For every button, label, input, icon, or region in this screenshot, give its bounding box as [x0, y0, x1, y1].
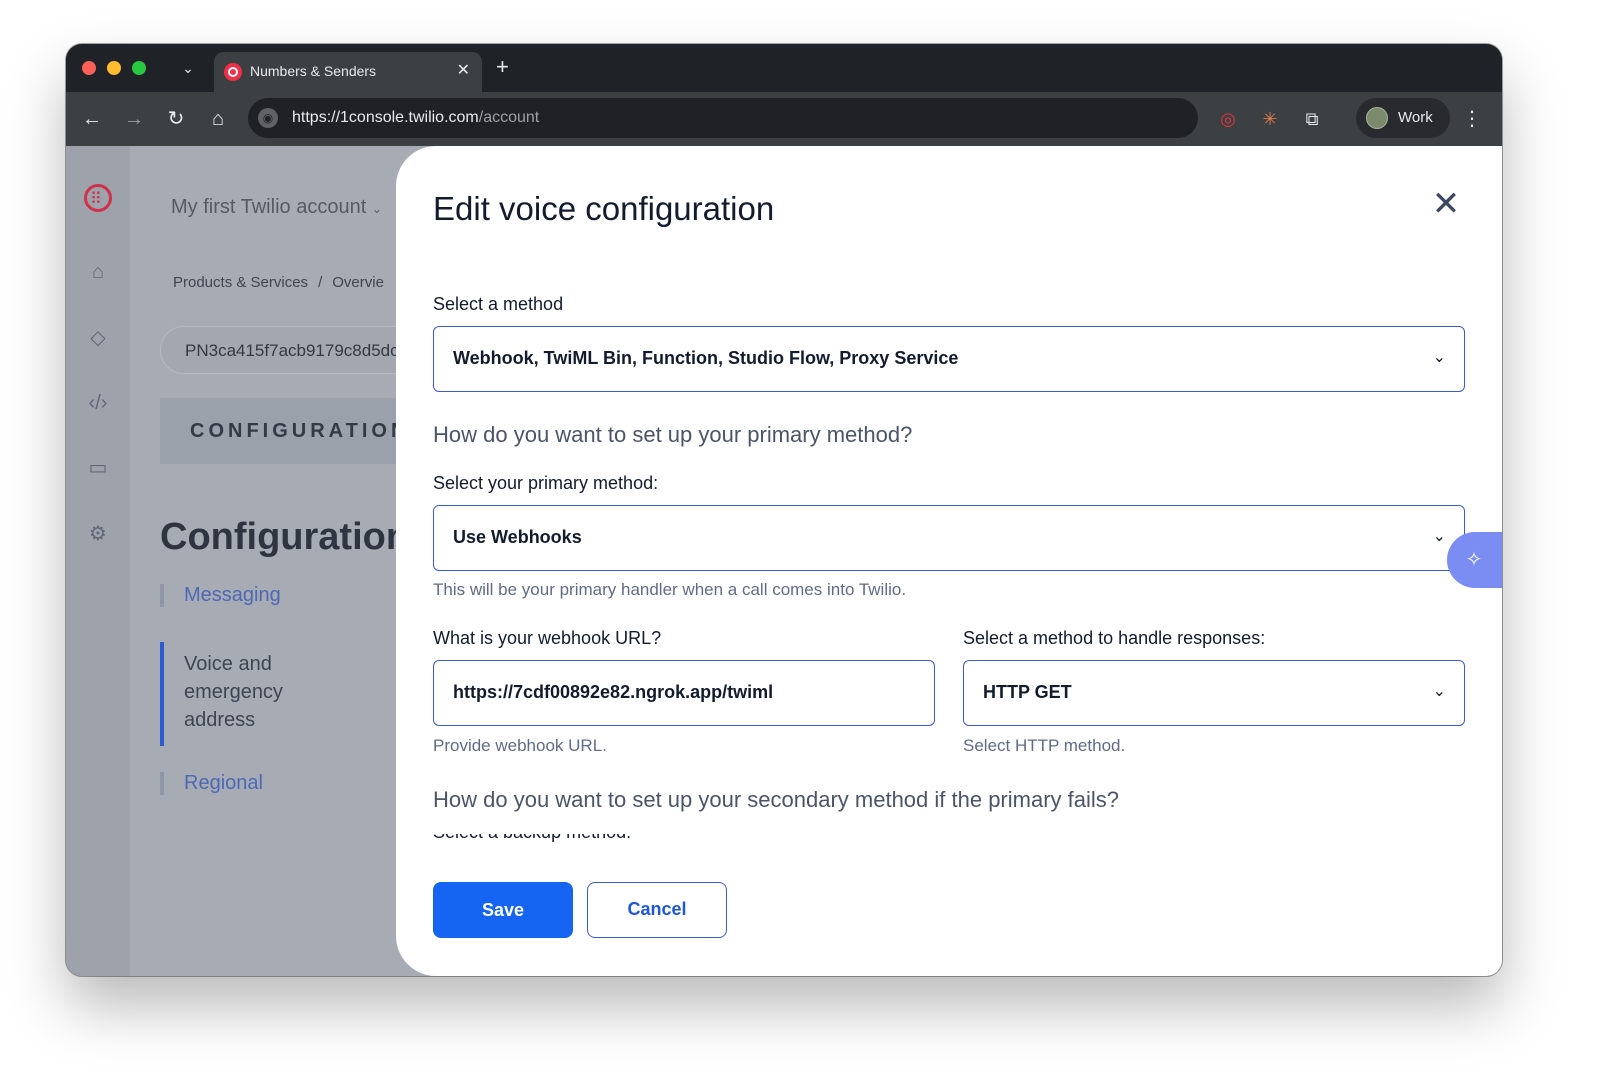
primary-help: This will be your primary handler when a… — [433, 580, 907, 599]
sidenav-regional[interactable]: Regional — [160, 772, 263, 795]
modal-title: Edit voice configuration — [433, 190, 775, 227]
primary-method-select[interactable]: Use Webhooks ⌄ — [433, 505, 1465, 571]
secondary-label-clipped: Select a backup method: — [433, 834, 653, 842]
chevron-down-icon: ⌄ — [1432, 683, 1446, 700]
primary-question: How do you want to set up your primary m… — [433, 422, 913, 447]
breadcrumb-products[interactable]: Products & Services — [173, 274, 308, 291]
secondary-question: How do you want to set up your secondary… — [433, 787, 1120, 812]
tab-title: Numbers & Senders — [250, 63, 377, 79]
site-info-icon[interactable]: ◉ — [258, 108, 278, 128]
active-tab[interactable]: Numbers & Senders ✕ — [214, 52, 482, 92]
forward-icon[interactable]: → — [120, 105, 148, 133]
rail-code-icon[interactable]: ‹/› — [84, 389, 112, 417]
close-modal-icon[interactable]: ✕ — [1426, 184, 1466, 224]
sidenav-messaging[interactable]: Messaging — [160, 584, 281, 607]
window-zoom-button[interactable] — [132, 61, 146, 75]
assistant-icon[interactable]: ✧ — [1447, 532, 1502, 588]
window-close-button[interactable] — [82, 61, 96, 75]
method-label: Select a method — [433, 294, 564, 314]
home-icon[interactable]: ⌂ — [204, 105, 232, 133]
webhook-label: What is your webhook URL? — [433, 628, 662, 648]
reload-icon[interactable]: ↻ — [162, 105, 190, 133]
rail-home-icon[interactable]: ⌂ — [84, 258, 112, 286]
sidenav-voice[interactable]: Voice and emergency address — [160, 642, 310, 746]
webhook-url-value: https://7cdf00892e82.ngrok.app/twiml — [453, 682, 774, 702]
chevron-down-icon: ⌄ — [1432, 349, 1446, 366]
edit-voice-config-modal: Edit voice configuration ✕ Select a meth… — [396, 146, 1502, 976]
more-menu-icon[interactable]: ⋮ — [1462, 105, 1482, 133]
avatar — [1366, 107, 1388, 129]
profile-label: Work — [1398, 109, 1433, 126]
chevron-down-icon: ⌄ — [1432, 528, 1446, 545]
webhook-url-input[interactable]: https://7cdf00892e82.ngrok.app/twiml — [433, 660, 935, 726]
primary-select-value: Use Webhooks — [453, 527, 582, 547]
primary-label: Select your primary method: — [433, 473, 659, 493]
browser-window: ⌄ Numbers & Senders ✕ + ← → ↻ ⌂ ◉ https:… — [66, 44, 1502, 976]
http-method-value: HTTP GET — [983, 682, 1072, 702]
profile-button[interactable]: Work — [1356, 98, 1450, 138]
back-icon[interactable]: ← — [78, 105, 106, 133]
webhook-help: Provide webhook URL. — [433, 736, 607, 755]
twilio-extension-icon[interactable]: ◎ — [1214, 105, 1242, 133]
close-tab-icon[interactable]: ✕ — [457, 60, 470, 80]
window-minimize-button[interactable] — [107, 61, 121, 75]
http-method-label: Select a method to handle responses: — [963, 628, 1266, 648]
page-viewport: ⌂ ◇ ‹/› ▭ ⚙ My first Twilio account ⌄ Pr… — [66, 146, 1502, 976]
rail-billing-icon[interactable]: ▭ — [84, 454, 112, 482]
page-title: Configuration — [160, 516, 410, 558]
rail-products-icon[interactable]: ◇ — [84, 324, 112, 352]
twilio-logo-icon[interactable] — [84, 184, 112, 214]
method-select-value: Webhook, TwiML Bin, Function, Studio Flo… — [453, 348, 959, 368]
http-method-select[interactable]: HTTP GET ⌄ — [963, 660, 1465, 726]
tab-menu-icon[interactable]: ⌄ — [178, 56, 198, 80]
twilio-favicon-icon — [224, 63, 242, 81]
address-bar[interactable]: ◉ https://1console.twilio.com/account — [248, 98, 1198, 138]
extensions-puzzle-icon[interactable]: ⧉ — [1298, 105, 1326, 133]
breadcrumb: Products & Services / Overvie — [173, 274, 384, 291]
breadcrumb-overview[interactable]: Overvie — [332, 274, 384, 291]
cancel-button[interactable]: Cancel — [587, 882, 727, 938]
claude-extension-icon[interactable]: ✳ — [1256, 105, 1284, 133]
save-button[interactable]: Save — [433, 882, 573, 938]
new-tab-button[interactable]: + — [496, 54, 509, 80]
left-rail: ⌂ ◇ ‹/› ▭ ⚙ — [66, 146, 130, 976]
method-select[interactable]: Webhook, TwiML Bin, Function, Studio Flo… — [433, 326, 1465, 392]
url-text[interactable]: https://1console.twilio.com/account — [292, 109, 539, 127]
http-method-help: Select HTTP method. — [963, 736, 1126, 755]
browser-toolbar: ← → ↻ ⌂ ◉ https://1console.twilio.com/ac… — [66, 92, 1502, 146]
account-switcher[interactable]: My first Twilio account ⌄ — [171, 196, 382, 219]
rail-settings-icon[interactable]: ⚙ — [84, 520, 112, 548]
tab-strip: ⌄ Numbers & Senders ✕ + — [66, 44, 1502, 92]
